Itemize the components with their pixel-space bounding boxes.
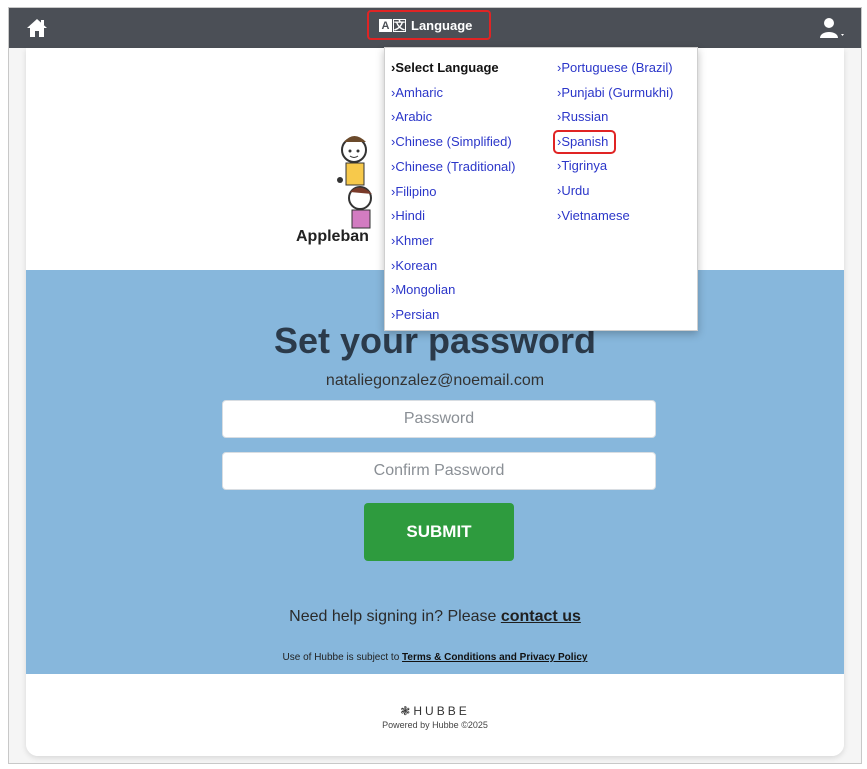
footer: ❃HUBBE Powered by Hubbe ©2025	[26, 674, 844, 756]
language-item-chinese-traditional[interactable]: ›Chinese (Traditional)	[391, 155, 516, 180]
language-column-2: ›Portuguese (Brazil) ›Punjabi (Gurmukhi)…	[553, 56, 673, 229]
language-item-tigrinya[interactable]: ›Tigrinya	[557, 154, 673, 179]
language-item-punjabi-gurmukhi[interactable]: ›Punjabi (Gurmukhi)	[557, 81, 673, 106]
powered-by-text: Powered by Hubbe ©2025	[382, 720, 488, 730]
brand-name: HUBBE	[413, 704, 470, 718]
password-input[interactable]	[222, 400, 656, 438]
logo-text: Appleban	[296, 228, 369, 245]
language-item-korean[interactable]: ›Korean	[391, 254, 516, 279]
browser-frame: A文 Language Appleban Set your password n…	[8, 7, 862, 764]
language-item-russian[interactable]: ›Russian	[557, 105, 673, 130]
language-item-mongolian[interactable]: ›Mongolian	[391, 278, 516, 303]
user-icon[interactable]	[819, 16, 847, 40]
language-column-1: ›Select Language ›Amharic ›Arabic ›Chine…	[391, 56, 516, 328]
language-item-urdu[interactable]: ›Urdu	[557, 179, 673, 204]
contact-us-link[interactable]: contact us	[501, 608, 581, 625]
language-item-portuguese-brazil[interactable]: ›Portuguese (Brazil)	[557, 56, 673, 81]
help-text: Need help signing in? Please contact us	[26, 608, 844, 626]
confirm-password-input[interactable]	[222, 452, 656, 490]
language-item-vietnamese[interactable]: ›Vietnamese	[557, 204, 673, 229]
hubbe-brand: ❃HUBBE	[26, 704, 844, 718]
top-navbar: A文 Language	[9, 8, 861, 48]
language-item-filipino[interactable]: ›Filipino	[391, 180, 516, 205]
language-item-persian[interactable]: ›Persian	[391, 303, 516, 328]
language-label: Language	[411, 17, 473, 33]
email-text: nataliegonzalez@noemail.com	[325, 372, 545, 389]
home-icon[interactable]	[25, 16, 49, 40]
help-prefix: Need help signing in? Please	[289, 608, 501, 625]
language-button[interactable]: A文 Language	[367, 10, 491, 40]
language-item-chinese-simplified[interactable]: ›Chinese (Simplified)	[391, 130, 516, 155]
language-item-amharic[interactable]: ›Amharic	[391, 81, 516, 106]
terms-text: Use of Hubbe is subject to Terms & Condi…	[26, 652, 844, 663]
translate-icon: A文	[379, 18, 406, 32]
terms-prefix: Use of Hubbe is subject to	[282, 652, 403, 663]
language-item-arabic[interactable]: ›Arabic	[391, 105, 516, 130]
language-item-khmer[interactable]: ›Khmer	[391, 229, 516, 254]
language-dropdown-menu: ›Select Language ›Amharic ›Arabic ›Chine…	[384, 47, 698, 331]
terms-link[interactable]: Terms & Conditions and Privacy Policy	[402, 652, 587, 663]
language-item-hindi[interactable]: ›Hindi	[391, 204, 516, 229]
hubbe-logo-icon: ❃	[400, 704, 414, 718]
language-item-select[interactable]: ›Select Language	[391, 56, 516, 81]
submit-button[interactable]: SUBMIT	[364, 503, 514, 561]
language-item-spanish[interactable]: ›Spanish	[553, 130, 617, 155]
